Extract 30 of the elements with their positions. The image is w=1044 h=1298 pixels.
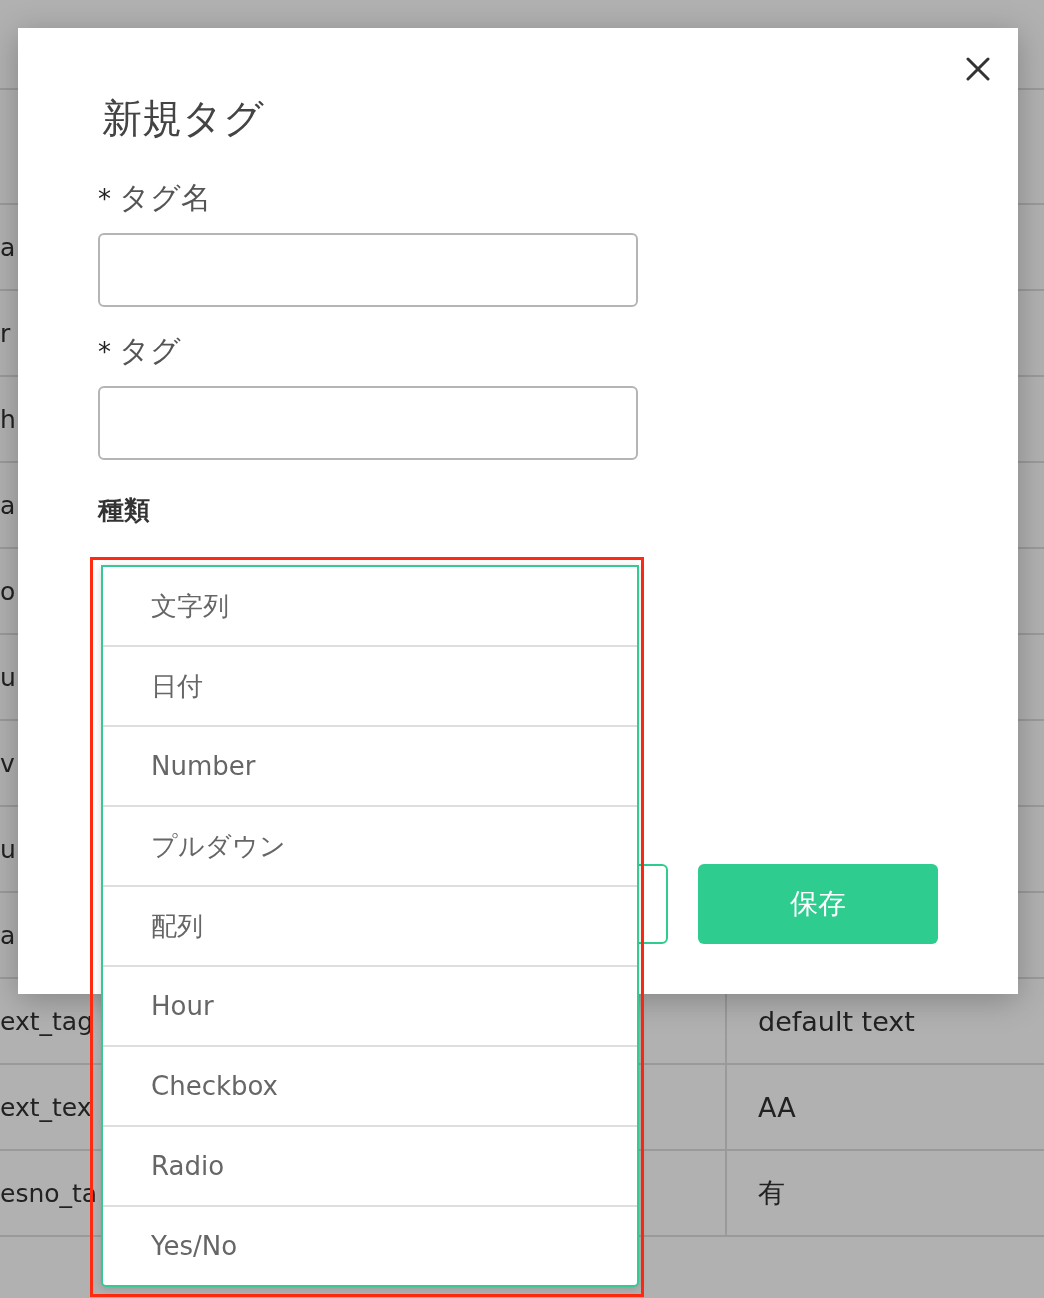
- dropdown-option[interactable]: 配列: [103, 887, 637, 967]
- table-cell: ext_tag: [0, 1006, 94, 1036]
- dropdown-option[interactable]: Checkbox: [103, 1047, 637, 1127]
- table-cell-text: 有: [758, 1176, 785, 1210]
- field-label: * タグ名: [98, 179, 211, 217]
- table-cell: h: [0, 404, 16, 434]
- table-cell: AA: [758, 1091, 796, 1123]
- field-label: 種類: [98, 494, 150, 527]
- text-input[interactable]: [98, 386, 638, 460]
- table-cell: a: [0, 490, 16, 520]
- table-cell: ext_tex: [0, 1092, 92, 1122]
- dropdown-option[interactable]: Radio: [103, 1127, 637, 1207]
- dropdown-option[interactable]: プルダウン: [103, 807, 637, 887]
- table-cell: u: [0, 834, 16, 864]
- text-input[interactable]: [98, 233, 638, 307]
- table-cell: default text: [758, 1005, 915, 1037]
- table-cell: r: [0, 318, 11, 348]
- table-cell: u: [0, 662, 16, 692]
- dropdown-option[interactable]: Yes/No: [103, 1207, 637, 1285]
- dropdown-option[interactable]: Number: [103, 727, 637, 807]
- table-cell: v: [0, 748, 15, 778]
- table-cell: a: [0, 920, 16, 950]
- dropdown-option[interactable]: Hour: [103, 967, 637, 1047]
- dropdown-option[interactable]: 日付: [103, 647, 637, 727]
- table-cell: a: [0, 232, 16, 262]
- dropdown-option[interactable]: 文字列: [103, 567, 637, 647]
- table-cell: o: [0, 576, 16, 606]
- dialog-title: 新規タグ: [102, 94, 264, 143]
- field-label: * タグ: [98, 332, 181, 370]
- close-icon[interactable]: [966, 57, 990, 81]
